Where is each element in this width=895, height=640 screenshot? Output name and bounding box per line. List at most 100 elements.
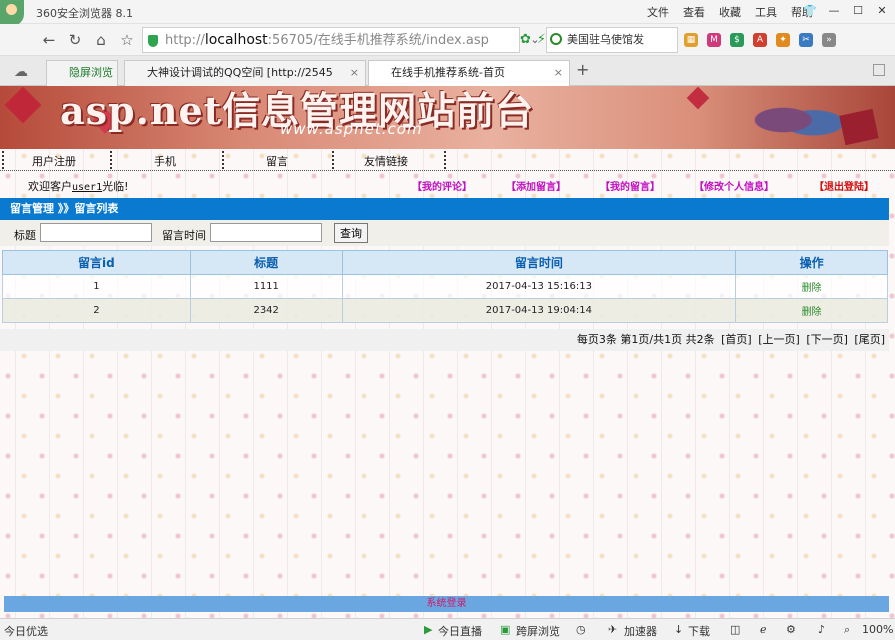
maximize-icon[interactable]: ☐: [849, 2, 867, 20]
system-login-footer: 系统登录: [4, 596, 889, 612]
cross-screen-link[interactable]: 跨屏浏览: [516, 623, 560, 639]
pagination-bar: 每页3条 第1页/共1页 共2条 [首页] [上一页] [下一页] [尾页]: [0, 329, 889, 351]
today-live-link[interactable]: 今日直播: [438, 623, 482, 639]
reload-icon[interactable]: ↻: [66, 31, 84, 49]
scissors-icon[interactable]: ✂: [799, 33, 813, 47]
accelerator-icon: ✈: [608, 623, 618, 636]
pdf-icon[interactable]: A: [753, 33, 767, 47]
site-banner: asp.net信息管理网站前台 www.aspnet.com: [0, 86, 895, 149]
back-arrow-icon[interactable]: ←: [40, 31, 58, 49]
edit-profile-link[interactable]: 【修改个人信息】: [694, 178, 774, 193]
cross-screen-icon: ▣: [500, 623, 511, 636]
tab-list-icon[interactable]: [873, 64, 885, 76]
volume-icon[interactable]: ♪: [818, 623, 825, 636]
url-scheme: http://: [165, 33, 205, 48]
heart-decoration-icon: [4, 86, 42, 124]
new-tab-icon[interactable]: +: [576, 60, 589, 79]
tab-label: 在线手机推荐系统-首页: [391, 66, 505, 79]
tab-close-icon[interactable]: ×: [350, 61, 359, 85]
prev-page-link[interactable]: [上一页]: [758, 333, 800, 346]
search-input[interactable]: 美国驻乌使馆发: [546, 27, 678, 53]
my-messages-link[interactable]: 【我的留言】: [600, 178, 660, 193]
address-toolbar: ← ↻ ⌂ ☆ http://localhost:56705/在线手机推荐系统/…: [0, 24, 895, 56]
welcome-message: 欢迎客户user1光临!: [28, 178, 129, 194]
rss-icon[interactable]: ✦: [776, 33, 790, 47]
cloud-icon[interactable]: ☁: [14, 64, 28, 80]
user-avatar-icon[interactable]: [0, 0, 24, 26]
url-dropdown-icon[interactable]: ⌄: [526, 31, 544, 49]
minimize-icon[interactable]: —: [825, 2, 843, 20]
window-layout-icon[interactable]: ◫: [730, 623, 740, 636]
menu-item-tools[interactable]: 工具: [755, 4, 777, 20]
url-input[interactable]: http://localhost:56705/在线手机推荐系统/index.as…: [142, 27, 520, 53]
web-page: asp.net信息管理网站前台 www.aspnet.com 用户注册 手机 留…: [0, 86, 895, 618]
nav-item-links[interactable]: 友情链接: [364, 153, 408, 169]
title-filter-label: 标题: [14, 229, 36, 242]
first-page-link[interactable]: [首页]: [721, 333, 752, 346]
tools-icon[interactable]: ⚙: [786, 623, 796, 636]
cell-title: 1111: [189, 274, 343, 299]
cell-id: 1: [2, 274, 191, 299]
close-icon[interactable]: ✕: [873, 2, 891, 20]
url-host: localhost: [204, 32, 268, 48]
zoom-level[interactable]: 100%: [862, 623, 893, 636]
tab-close-icon[interactable]: ×: [554, 61, 563, 85]
welcome-prefix: 欢迎客户: [28, 180, 72, 193]
cell-id: 2: [2, 298, 191, 323]
next-page-link[interactable]: [下一页]: [806, 333, 848, 346]
menu-item-favorites[interactable]: 收藏: [719, 4, 741, 20]
window-controls: 👕 — ☐ ✕: [801, 2, 891, 20]
translate-icon[interactable]: M: [707, 33, 721, 47]
add-message-link[interactable]: 【添加留言】: [506, 178, 566, 193]
welcome-username: user1: [72, 182, 103, 193]
logout-link[interactable]: 【退出登陆】: [814, 178, 874, 193]
browser-titlebar: 360安全浏览器 8.1 文件 查看 收藏 工具 帮助 👕 — ☐ ✕: [0, 0, 895, 26]
menu-item-view[interactable]: 查看: [683, 4, 705, 20]
history-icon[interactable]: ◷: [576, 623, 586, 636]
system-login-link[interactable]: 系统登录: [427, 598, 467, 609]
ie-icon[interactable]: ℯ: [760, 623, 767, 636]
more-icon[interactable]: »: [822, 33, 836, 47]
apps-icon[interactable]: ▦: [684, 33, 698, 47]
tab-label: 大神设计调试的QQ空间 [http://2545: [147, 66, 333, 79]
zoom-icon[interactable]: ⌕: [844, 623, 850, 637]
wallet-icon[interactable]: $: [730, 33, 744, 47]
bookmark-star-icon[interactable]: ☆: [118, 31, 136, 49]
title-filter-input[interactable]: [40, 223, 152, 242]
query-button[interactable]: 查询: [334, 223, 368, 243]
tab-label: 隐屏浏览: [69, 66, 113, 79]
cell-time: 2017-04-13 15:16:13: [341, 274, 737, 299]
accelerator-link[interactable]: 加速器: [624, 623, 657, 639]
breadcrumb: 留言管理 》》留言列表: [0, 198, 889, 220]
home-icon[interactable]: ⌂: [92, 31, 110, 49]
tab-current-page[interactable]: 在线手机推荐系统-首页 ×: [368, 60, 570, 87]
last-page-link[interactable]: [尾页]: [854, 333, 885, 346]
time-filter-input[interactable]: [210, 223, 322, 242]
banner-url: www.aspnet.com: [280, 120, 423, 138]
site-nav: 用户注册 手机 留言 友情链接: [0, 149, 895, 171]
today-picks-link[interactable]: 今日优选: [4, 623, 48, 639]
menu-item-file[interactable]: 文件: [647, 4, 669, 20]
cell-time: 2017-04-13 19:04:14: [341, 298, 737, 323]
nav-separator: [110, 151, 112, 169]
column-header-id: 留言id: [2, 250, 191, 275]
skin-icon[interactable]: 👕: [801, 2, 819, 20]
heart-decoration-icon: [686, 86, 710, 110]
column-header-time: 留言时间: [341, 250, 737, 275]
nav-item-phones[interactable]: 手机: [154, 153, 176, 169]
welcome-suffix: 光临!: [102, 180, 129, 193]
my-comments-link[interactable]: 【我的评论】: [412, 178, 472, 193]
download-link[interactable]: 下载: [688, 623, 710, 639]
nav-separator: [444, 151, 446, 169]
extension-icons: ▦ M $ A ✦ ✂ »: [684, 33, 836, 47]
delete-link[interactable]: 删除: [802, 283, 822, 294]
tab-cross-screen[interactable]: 隐屏浏览: [46, 60, 118, 86]
tab-qq-space[interactable]: 大神设计调试的QQ空间 [http://2545 ×: [124, 60, 366, 86]
delete-link[interactable]: 删除: [802, 307, 822, 318]
cell-title: 2342: [189, 298, 343, 323]
column-header-title: 标题: [189, 250, 343, 275]
nav-item-register[interactable]: 用户注册: [32, 153, 76, 169]
gift-box-illustration: [839, 108, 879, 146]
table-header-row: 留言id 标题 留言时间 操作: [2, 250, 888, 275]
nav-item-messages[interactable]: 留言: [266, 153, 288, 169]
